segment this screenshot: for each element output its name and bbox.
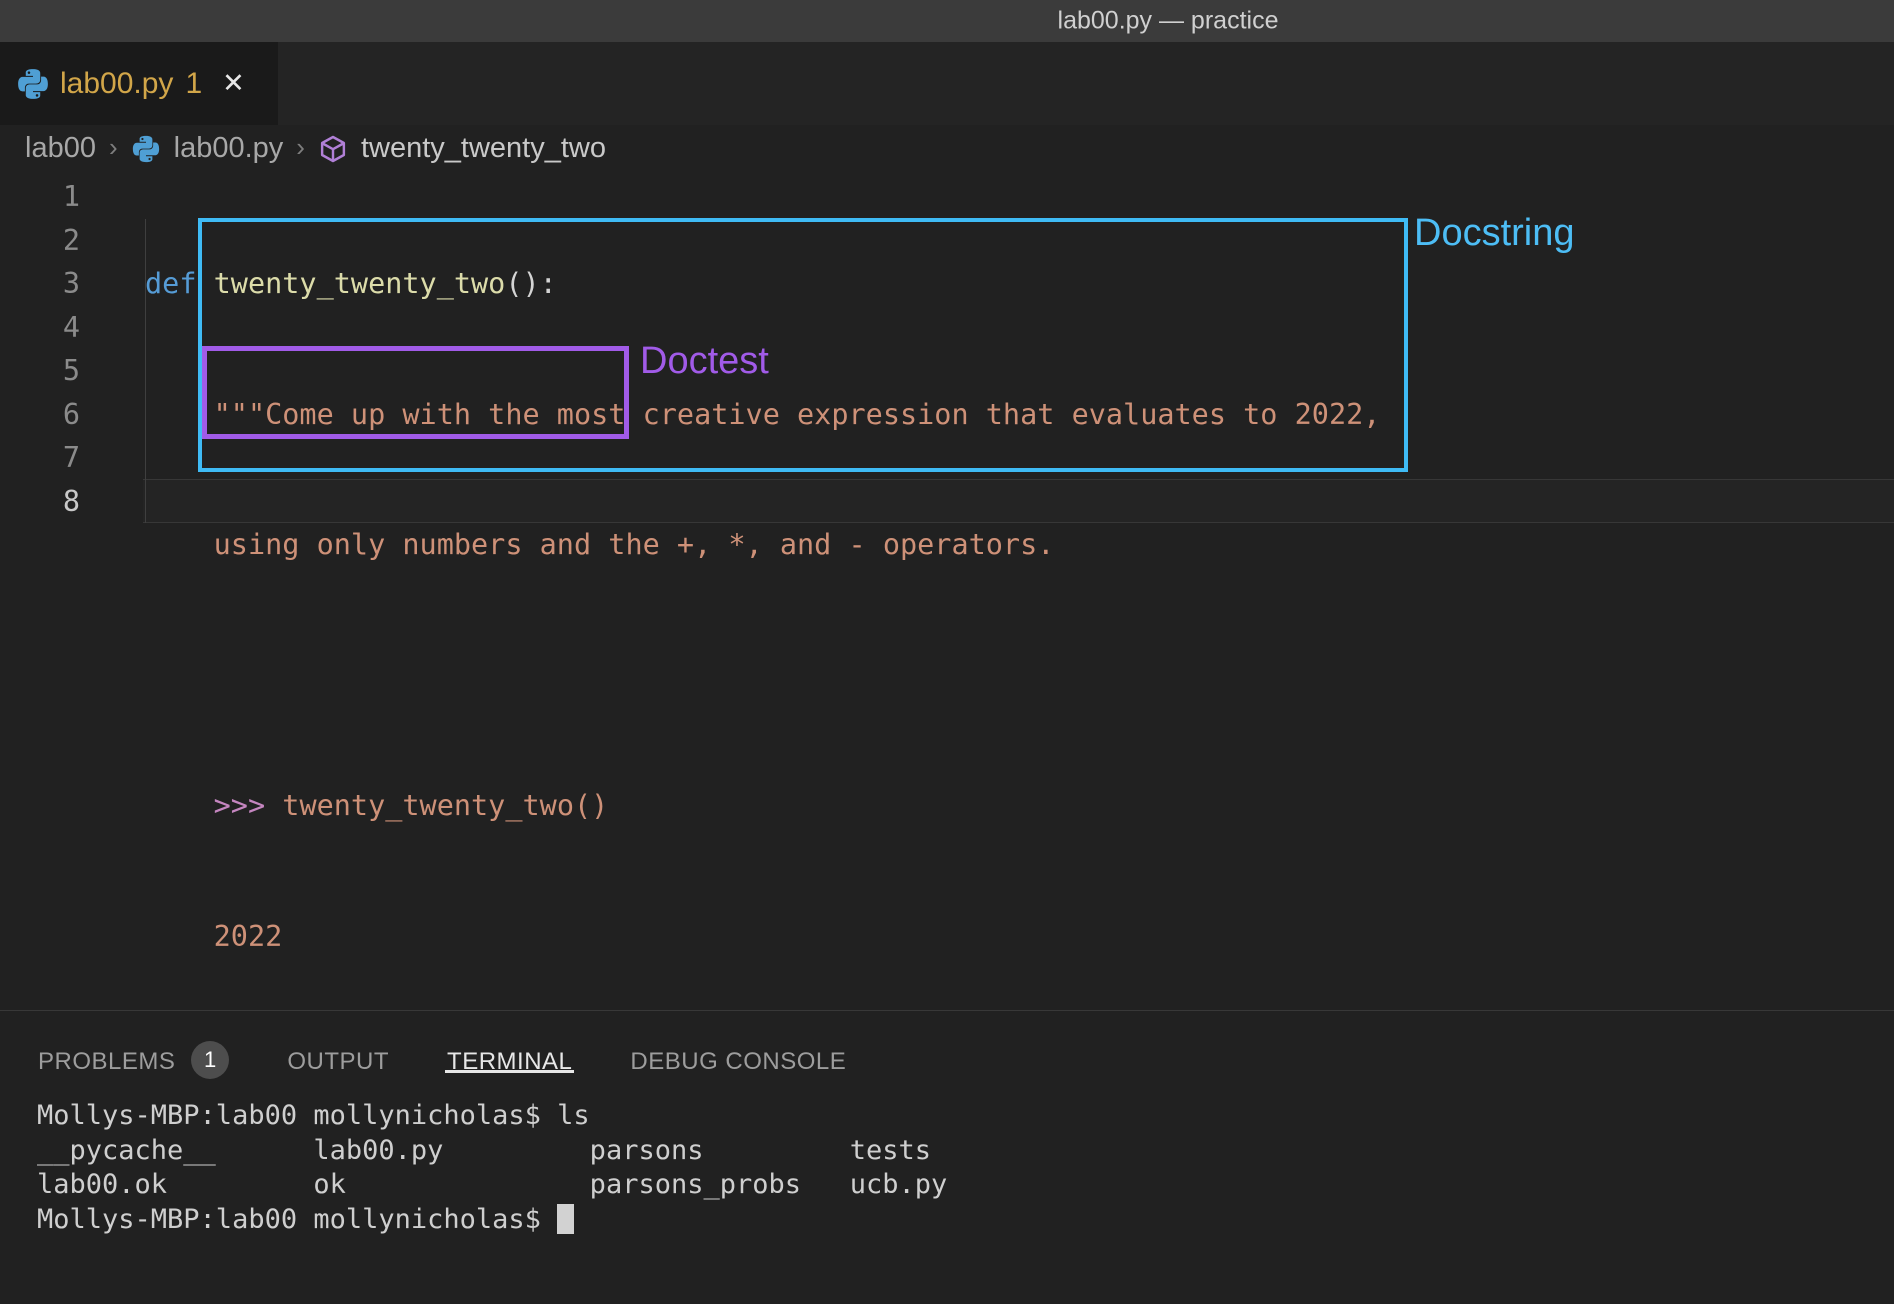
terminal-output[interactable]: Mollys-MBP:lab00 mollynicholas$ ls__pyca… (37, 1099, 947, 1237)
terminal-cursor (557, 1204, 574, 1234)
chevron-right-icon: › (109, 132, 118, 163)
indent (145, 528, 214, 561)
indent (145, 920, 214, 953)
doctest-prompt: >>> (214, 789, 265, 822)
symbol-cube-icon (318, 134, 348, 164)
chevron-right-icon: › (296, 132, 305, 163)
indent (145, 789, 214, 822)
tab-terminal-label: TERMINAL (447, 1048, 572, 1076)
breadcrumb: lab00 › lab00.py › twenty_twenty_two (0, 125, 1894, 172)
tab-terminal[interactable]: TERMINAL (447, 1011, 572, 1087)
keyword-def: def (145, 267, 214, 300)
doctest-call: twenty_twenty_two() (265, 789, 608, 822)
tab-output[interactable]: OUTPUT (287, 1011, 389, 1087)
line-number-gutter: 1 2 3 4 5 6 7 8 (0, 175, 80, 523)
code-line-2: """Come up with the most creative expres… (145, 393, 1380, 437)
terminal-line: Mollys-MBP:lab00 mollynicholas$ ls (37, 1099, 947, 1134)
tab-debug-console-label: DEBUG CONSOLE (630, 1048, 846, 1076)
function-name: twenty_twenty_two (214, 267, 506, 300)
line-number: 6 (0, 393, 80, 437)
editor-tab-strip: lab00.py 1 ✕ (0, 42, 1894, 125)
breadcrumb-symbol[interactable]: twenty_twenty_two (361, 132, 606, 165)
terminal-line: lab00.ok ok parsons_probs ucb.py (37, 1168, 947, 1203)
doctest-expected: 2022 (214, 920, 283, 953)
tab-debug-console[interactable]: DEBUG CONSOLE (630, 1011, 846, 1087)
tab-file-name: lab00.py (60, 67, 173, 101)
code-line-1: def twenty_twenty_two(): (145, 262, 1380, 306)
line-number: 5 (0, 349, 80, 393)
tab-problem-badge: 1 (185, 67, 202, 101)
indent (145, 398, 214, 431)
line-number: 7 (0, 436, 80, 480)
tab-close-icon[interactable]: ✕ (222, 68, 245, 99)
terminal-prompt: Mollys-MBP:lab00 mollynicholas$ (37, 1204, 557, 1235)
terminal-line: __pycache__ lab00.py parsons tests (37, 1134, 947, 1169)
code-editor[interactable]: 1 2 3 4 5 6 7 8 def twenty_twenty_two():… (0, 172, 1894, 1010)
code-line-6: 2022 (145, 915, 1380, 959)
panel-tab-bar: PROBLEMS 1 OUTPUT TERMINAL DEBUG CONSOLE (0, 1011, 1894, 1087)
bottom-panel: PROBLEMS 1 OUTPUT TERMINAL DEBUG CONSOLE… (0, 1010, 1894, 1304)
breadcrumb-file[interactable]: lab00.py (174, 132, 284, 165)
tab-output-label: OUTPUT (287, 1048, 389, 1076)
tab-problems[interactable]: PROBLEMS 1 (38, 1011, 229, 1087)
line-number: 2 (0, 219, 80, 263)
docstring-text: using only numbers and the +, *, and - o… (214, 528, 1055, 561)
code-line-3: using only numbers and the +, *, and - o… (145, 523, 1380, 567)
problems-count-badge: 1 (191, 1041, 229, 1079)
punctuation: (): (505, 267, 556, 300)
vscode-window: lab00.py — practice lab00.py 1 ✕ lab00 ›… (0, 0, 1894, 1304)
code-line-5: >>> twenty_twenty_two() (145, 784, 1380, 828)
tab-problems-label: PROBLEMS (38, 1048, 175, 1076)
line-number: 1 (0, 175, 80, 219)
line-number: 4 (0, 306, 80, 350)
tab-lab00-py[interactable]: lab00.py 1 ✕ (0, 42, 278, 125)
line-number-active: 8 (0, 480, 80, 524)
python-file-icon (16, 67, 50, 101)
line-number: 3 (0, 262, 80, 306)
docstring-text: """Come up with the most creative expres… (214, 398, 1381, 431)
terminal-prompt-line: Mollys-MBP:lab00 mollynicholas$ (37, 1203, 947, 1238)
title-bar: lab00.py — practice (0, 0, 1894, 42)
breadcrumb-folder[interactable]: lab00 (25, 132, 96, 165)
code-line-4 (145, 654, 1380, 698)
window-title: lab00.py — practice (1058, 7, 1279, 36)
python-file-icon (131, 134, 161, 164)
